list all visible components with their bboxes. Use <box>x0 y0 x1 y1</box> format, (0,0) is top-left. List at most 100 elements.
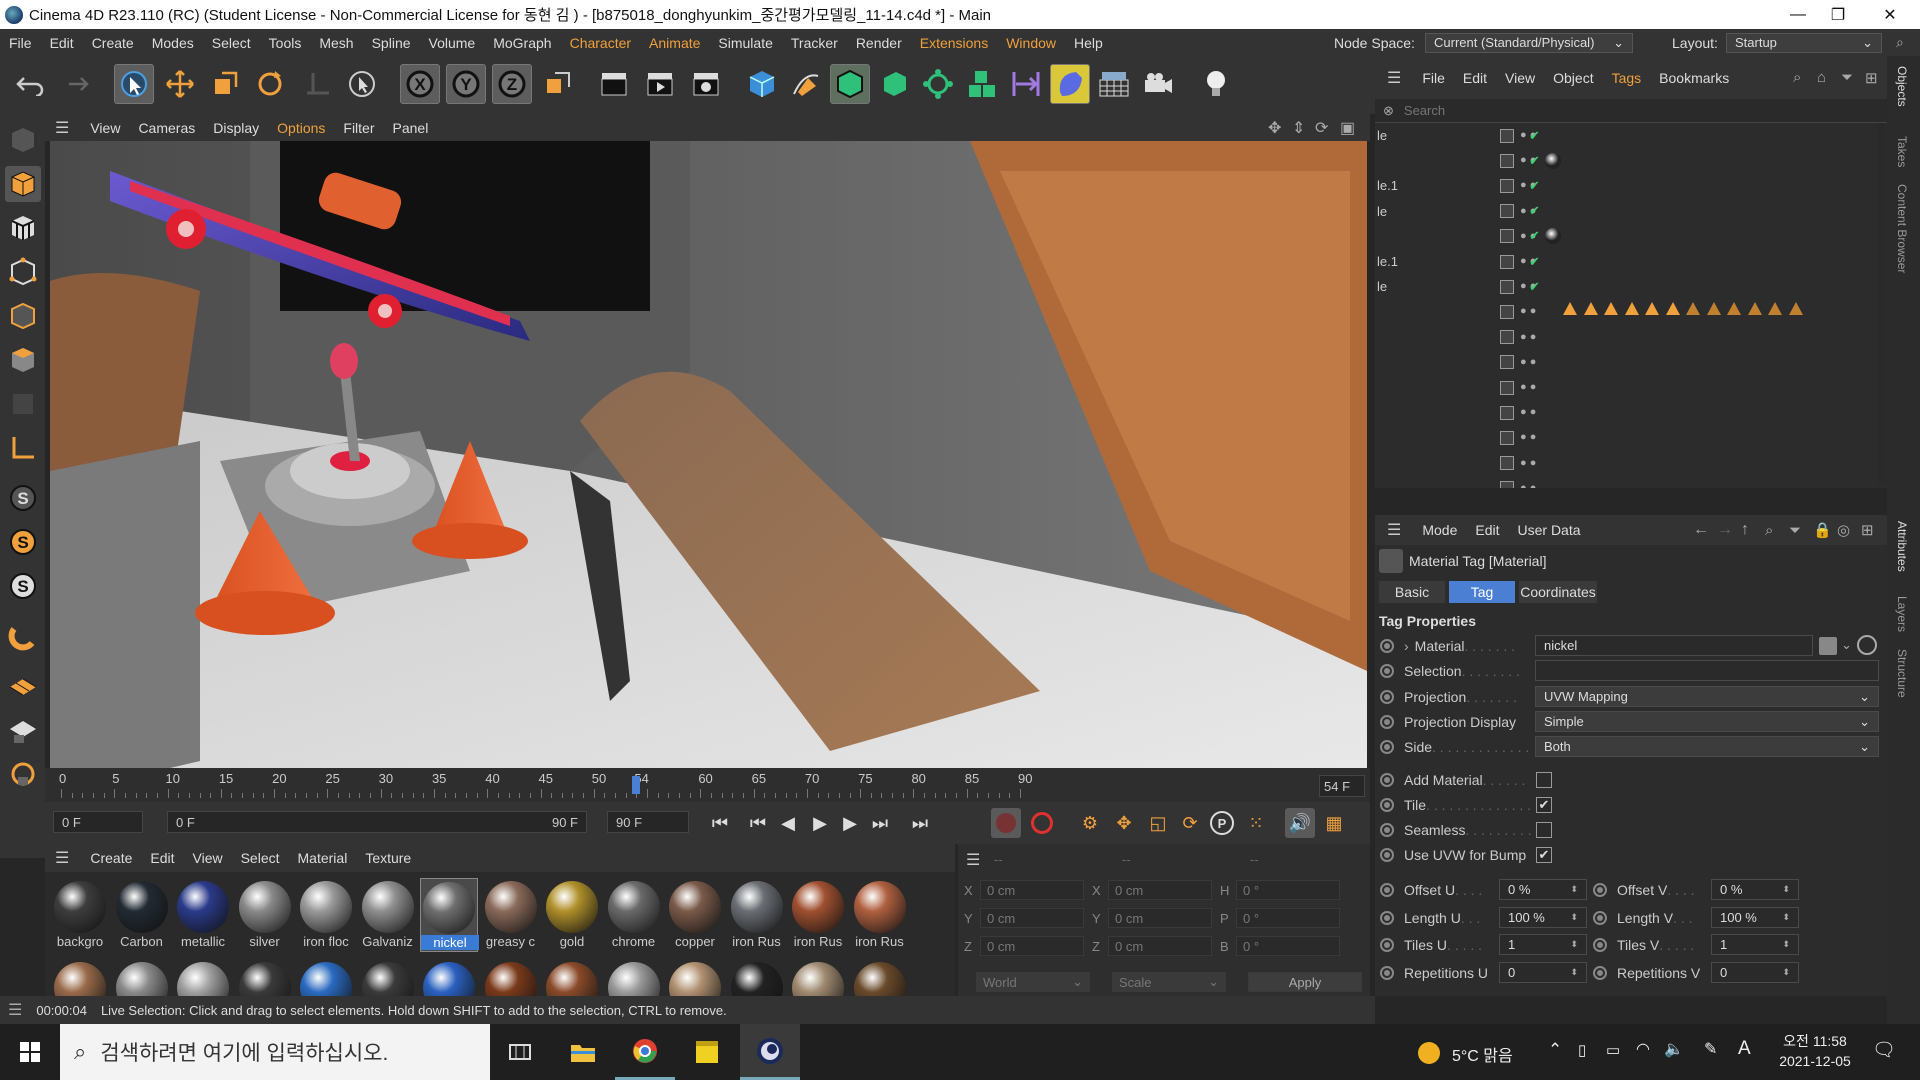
viewport-menu-cameras[interactable]: Cameras <box>129 120 204 136</box>
phong-tag-icon[interactable] <box>1768 302 1782 316</box>
snap-settings-button[interactable]: S <box>5 568 41 604</box>
pen-button[interactable] <box>786 64 826 104</box>
y-axis-lock-button[interactable]: Y <box>446 64 486 104</box>
magnet-button[interactable] <box>5 618 41 654</box>
node-space-dropdown[interactable]: Current (Standard/Physical) ⌄ <box>1425 32 1633 53</box>
pen-icon[interactable]: ✎ <box>1704 1039 1717 1059</box>
coord-value-field[interactable]: 0 ° <box>1236 908 1340 928</box>
undo-button[interactable] <box>10 64 50 104</box>
up-arrow-icon[interactable]: ↑ <box>1741 521 1749 539</box>
tiles-v-field[interactable]: 1 ⬍ <box>1711 934 1799 955</box>
scale-key-button[interactable]: ◱ <box>1143 808 1173 838</box>
layer-icon[interactable] <box>1500 178 1514 193</box>
rotate-view-icon[interactable]: ⟳ <box>1315 118 1328 138</box>
material-swatch[interactable]: metallic <box>174 878 232 952</box>
tab-coordinates[interactable]: Coordinates <box>1519 581 1597 603</box>
material-swatch[interactable]: chrome <box>605 878 663 952</box>
coord-value-field[interactable]: 0 cm <box>980 880 1084 900</box>
live-selection-button[interactable] <box>114 64 154 104</box>
viewport-menu-options[interactable]: Options <box>268 120 334 136</box>
camera-button[interactable] <box>1138 64 1178 104</box>
coord-value-field[interactable]: 0 ° <box>1236 880 1340 900</box>
x-axis-lock-button[interactable]: X <box>400 64 440 104</box>
render-picture-viewer-button[interactable] <box>640 64 680 104</box>
attribute-menu-mode[interactable]: Mode <box>1413 522 1466 538</box>
material-menu-create[interactable]: Create <box>81 850 141 866</box>
material-menu-texture[interactable]: Texture <box>356 850 420 866</box>
phong-tag-icon[interactable] <box>1645 302 1659 316</box>
object-row[interactable]: ● ● <box>1375 400 1875 425</box>
apply-button[interactable]: Apply <box>1248 972 1362 992</box>
layer-icon[interactable] <box>1500 380 1514 395</box>
tab-tag[interactable]: Tag <box>1449 581 1515 603</box>
menu-tools[interactable]: Tools <box>260 35 311 51</box>
enabled-check-icon[interactable]: ✔ <box>1529 128 1540 144</box>
keyframe-selection-button[interactable]: ⚙ <box>1075 808 1105 838</box>
menu-extensions[interactable]: Extensions <box>911 35 997 51</box>
render-settings-button[interactable] <box>686 64 726 104</box>
move-tool-button[interactable] <box>160 64 200 104</box>
object-menu-view[interactable]: View <box>1496 70 1544 86</box>
object-row[interactable]: le.1 ● ● ✔ <box>1375 173 1875 198</box>
add-material-checkbox[interactable] <box>1536 772 1552 788</box>
object-row[interactable]: le ● ● ✔ <box>1375 274 1875 299</box>
material-swatch[interactable] <box>361 962 414 996</box>
object-list-scrollbar[interactable] <box>1877 123 1885 483</box>
phong-tag-icon[interactable] <box>1727 302 1741 316</box>
material-swatch[interactable] <box>607 962 660 996</box>
object-row[interactable]: ● ● <box>1375 325 1875 350</box>
toggle-view-icon[interactable]: ▣ <box>1340 118 1355 138</box>
viewport-menu-filter[interactable]: Filter <box>334 120 383 136</box>
object-menu-file[interactable]: File <box>1413 70 1454 86</box>
deformer-button[interactable] <box>1006 64 1046 104</box>
visibility-dots-icon[interactable]: ● ● <box>1520 356 1536 367</box>
coord-value-field[interactable]: 0 ° <box>1236 936 1340 956</box>
visibility-dots-icon[interactable]: ● ● <box>1520 331 1536 342</box>
keyframe-radio-icon[interactable] <box>1380 883 1394 897</box>
side-tab-layers[interactable]: Layers <box>1895 596 1909 632</box>
phong-tag-icon[interactable] <box>1788 302 1803 316</box>
points-mode-button[interactable] <box>5 254 41 290</box>
keyframe-radio-icon[interactable] <box>1380 715 1394 729</box>
material-preview-icon[interactable] <box>1819 637 1837 655</box>
phong-tag-icon[interactable] <box>1624 302 1639 316</box>
new-panel-icon[interactable]: ⊞ <box>1865 69 1878 87</box>
menu-select[interactable]: Select <box>203 35 260 51</box>
menu-tracker[interactable]: Tracker <box>782 35 847 51</box>
end-frame-field[interactable]: 90 F <box>607 811 689 833</box>
cinema4d-taskbar-button[interactable] <box>740 1024 800 1080</box>
target-icon[interactable]: ◎ <box>1837 521 1850 539</box>
timeline-settings-button[interactable]: ▦ <box>1319 808 1349 838</box>
field-button[interactable] <box>1050 64 1090 104</box>
enabled-check-icon[interactable]: ✔ <box>1529 178 1540 194</box>
material-swatch[interactable]: greasy c <box>482 878 540 952</box>
material-swatch[interactable] <box>792 962 844 996</box>
viewport-menu-view[interactable]: View <box>81 120 129 136</box>
menu-create[interactable]: Create <box>83 35 143 51</box>
tiles-u-field[interactable]: 1 ⬍ <box>1499 934 1587 955</box>
object-row[interactable]: ● ● <box>1375 375 1875 400</box>
material-swatch[interactable] <box>853 962 906 996</box>
keyframe-radio-icon[interactable] <box>1593 911 1607 925</box>
material-swatch[interactable] <box>546 962 598 996</box>
visibility-dots-icon[interactable]: ● ● <box>1520 407 1536 418</box>
menu-animate[interactable]: Animate <box>640 35 709 51</box>
3d-viewport[interactable] <box>50 141 1367 768</box>
menu-mograph[interactable]: MoGraph <box>484 35 560 51</box>
playhead-marker[interactable] <box>632 776 641 794</box>
material-swatch[interactable]: Galvaniz <box>359 878 417 952</box>
keyframe-radio-icon[interactable] <box>1593 883 1607 897</box>
polygons-mode-button[interactable] <box>5 342 41 378</box>
material-swatch[interactable] <box>177 962 229 996</box>
edges-mode-button[interactable] <box>5 298 41 334</box>
selection-field[interactable] <box>1535 660 1879 681</box>
object-row[interactable]: ● ● ✔ <box>1375 148 1875 173</box>
object-row[interactable]: le ● ● ✔ <box>1375 123 1875 148</box>
material-swatch[interactable]: gold <box>543 878 601 952</box>
side-tab-objects[interactable]: Objects <box>1895 66 1909 107</box>
coordinate-system-button[interactable] <box>538 64 578 104</box>
repetitions-u-field[interactable]: 0 ⬍ <box>1499 962 1587 983</box>
keyframe-radio-icon[interactable] <box>1380 798 1394 812</box>
layer-icon[interactable] <box>1500 481 1514 488</box>
battery-icon[interactable]: ▭ <box>1606 1041 1620 1059</box>
